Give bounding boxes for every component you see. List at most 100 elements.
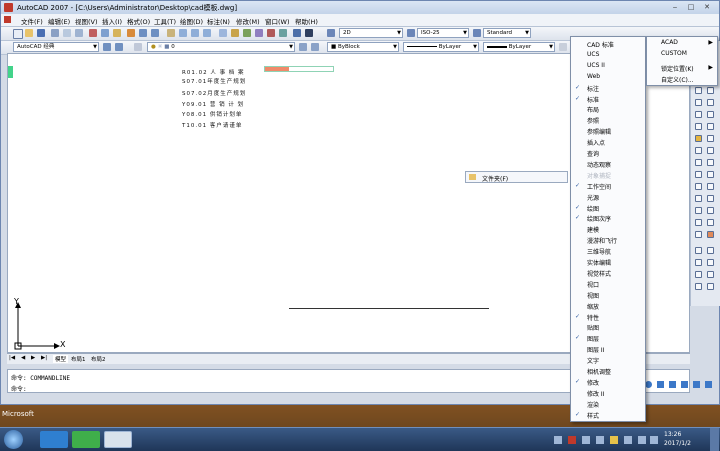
extend-icon[interactable] [707,99,714,106]
rectangle-icon[interactable] [695,159,702,166]
context-menu-item[interactable]: 修改 II [587,389,604,398]
pan-icon[interactable] [167,29,175,37]
dim-radius-icon[interactable] [695,259,702,266]
context-menu-item[interactable]: 样式 [587,411,599,420]
region-icon[interactable] [707,219,714,226]
context-menu-item[interactable]: 漫游和飞行 [587,236,617,245]
mic-icon[interactable] [669,381,676,388]
make-block-icon[interactable] [707,195,714,202]
redo-icon[interactable] [151,29,159,37]
scale-icon[interactable] [695,87,702,94]
tray-security-icon[interactable] [568,436,576,444]
preview-icon[interactable] [63,29,71,37]
context-menu-item[interactable]: 特性 [587,313,599,322]
dim-aligned-icon[interactable] [707,247,714,254]
design-center-icon[interactable] [231,29,239,37]
submenu-item[interactable]: 自定义(C)... [661,75,694,84]
menu-insert[interactable]: 插入(I) [102,16,122,26]
tab-model[interactable]: 模型 [53,355,69,363]
spline-icon[interactable] [695,183,702,190]
point-icon[interactable] [695,207,702,214]
menu-modify[interactable]: 修改(M) [236,16,260,26]
context-menu-item[interactable]: 插入点 [587,138,605,147]
help-icon[interactable] [293,29,301,37]
sheet-set-icon[interactable] [255,29,263,37]
revcloud-icon[interactable] [707,171,714,178]
arc-icon[interactable] [707,159,714,166]
tab-layout1[interactable]: 布局1 [71,355,86,363]
layer-previous-icon[interactable] [311,43,319,51]
context-menu-item[interactable]: 标注 [587,84,599,93]
menu-dimension[interactable]: 标注(N) [207,16,230,26]
dim-continue-icon[interactable] [695,283,702,290]
context-menu-item[interactable]: CAD 标准 [587,40,614,49]
fillet-icon[interactable] [707,123,714,130]
tray-flag-icon[interactable] [554,436,562,444]
menu-window[interactable]: 窗口(W) [265,16,290,26]
context-menu-item[interactable]: 视图 [587,291,599,300]
keyboard-icon[interactable] [681,381,688,388]
polyline-icon[interactable] [695,147,702,154]
layer-dropdown[interactable]: ● ☼ ■ 0 ▼ [147,42,295,52]
first-tab-icon[interactable]: |◀ [9,355,15,361]
break-icon[interactable] [695,111,702,118]
properties-icon[interactable] [219,29,227,37]
save-icon[interactable] [37,29,45,37]
match-properties-icon[interactable] [127,29,135,37]
plot-style-icon[interactable] [559,43,567,51]
menu-help[interactable]: 帮助(H) [295,16,318,26]
side-handle[interactable] [8,66,13,78]
dim-leader-icon[interactable] [707,283,714,290]
context-menu-item[interactable]: 工作空间 [587,182,611,191]
layer-manager-icon[interactable] [134,43,142,51]
clean-screen-icon[interactable] [693,381,700,388]
trim-icon[interactable] [695,99,702,106]
command-prompt[interactable]: 命令: [11,384,27,393]
color-dropdown[interactable]: ■ ByBlock ▼ [327,42,399,52]
maximize-button[interactable]: □ [685,3,697,12]
menu-file[interactable]: 文件(F) [21,16,43,26]
submenu-item[interactable]: 锁定位置(K) [661,64,694,73]
dim-linear-icon[interactable] [695,247,702,254]
submenu-item[interactable]: ACAD [661,39,678,46]
hatch-icon[interactable] [707,207,714,214]
open-icon[interactable] [25,29,33,37]
context-menu-item[interactable]: 相机调整 [587,367,611,376]
taskbar-wps-app[interactable] [40,431,68,448]
annotation-scale-dropdown[interactable]: 2D ▼ [339,28,403,38]
copy-icon[interactable] [101,29,109,37]
cut-icon[interactable] [89,29,97,37]
context-menu-item[interactable]: 视口 [587,280,599,289]
insert-block-icon[interactable] [695,195,702,202]
stretch-icon[interactable] [707,87,714,94]
context-menu-item[interactable]: 缩放 [587,302,599,311]
prev-tab-icon[interactable]: ◀ [21,355,25,361]
settings-icon[interactable] [705,381,712,388]
join-icon[interactable] [707,111,714,118]
publish-icon[interactable] [75,29,83,37]
gradient-icon[interactable] [695,219,702,226]
context-menu-item[interactable]: UCS II [587,62,605,69]
zoom-realtime-icon[interactable] [179,29,187,37]
context-menu-item[interactable]: 三维导航 [587,247,611,256]
table-style-dropdown[interactable]: Standard ▼ [483,28,531,38]
make-current-layer-icon[interactable] [299,43,307,51]
comm-center-icon[interactable] [645,381,652,388]
chamfer-icon[interactable] [695,123,702,130]
menu-edit[interactable]: 编辑(E) [48,16,70,26]
dim-diameter-icon[interactable] [707,259,714,266]
dim-baseline-icon[interactable] [707,271,714,278]
minimize-button[interactable]: ‒ [669,3,681,12]
dim-angular-icon[interactable] [695,271,702,278]
undo-icon[interactable] [139,29,147,37]
context-menu-item[interactable]: 绘图次序 [587,214,611,223]
context-menu-item[interactable]: 布局 [587,105,599,114]
zoom-previous-icon[interactable] [203,29,211,37]
close-button[interactable]: ✕ [701,3,713,12]
context-menu-item[interactable]: 绘图 [587,204,599,213]
workspace-save-icon[interactable] [115,43,123,51]
line-icon[interactable] [695,135,702,142]
workspace-dropdown[interactable]: AutoCAD 经典 ▼ [13,42,99,52]
calculator-icon[interactable] [279,29,287,37]
circle-icon[interactable] [695,171,702,178]
